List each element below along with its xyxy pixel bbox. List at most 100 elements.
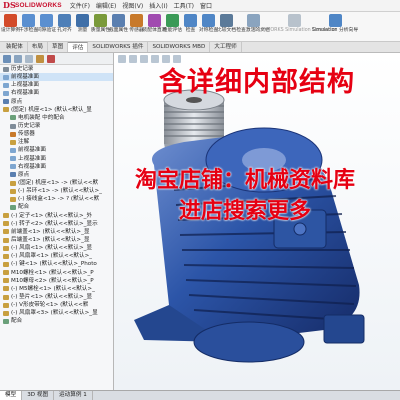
ribbon-button-measure[interactable]: 测量: [74, 12, 91, 40]
tab-1[interactable]: 布局: [28, 42, 48, 52]
tree-node-icon: [10, 156, 16, 162]
property-manager-icon[interactable]: [14, 54, 22, 63]
tree-node-icon: [3, 270, 9, 276]
tree-item[interactable]: 电机装配 中的配合: [0, 114, 113, 122]
menu-insert[interactable]: 插入(I): [149, 1, 167, 10]
tree-item[interactable]: (-) V形皮带轮<1> (默认<<默: [0, 301, 113, 309]
tab-6[interactable]: 大工程师: [210, 42, 242, 52]
tree-node-icon: [3, 221, 9, 227]
motor-3d-model[interactable]: [114, 80, 400, 390]
tree-item-label: 电机装配 中的配合: [18, 114, 65, 121]
title-bar: DS SOLIDWORKS 文件(F) 编辑(E) 视图(V) 插入(I) 工具…: [0, 0, 400, 12]
feature-manager-icon[interactable]: [3, 54, 11, 63]
ribbon-button-hole-align[interactable]: 孔对齐: [56, 12, 73, 40]
tree-item[interactable]: 前端盖<1> (默认<<默认>_显: [0, 228, 113, 236]
tree-item-label: (-) 风扇罩<1> (默认<<默认>_: [11, 253, 93, 260]
tree-item[interactable]: (固定) 机座<1> (默认<默认_显: [0, 106, 113, 114]
ribbon-label: 间隙验证: [36, 28, 57, 33]
tree-item[interactable]: 后端盖<1> (默认<<默认>_显: [0, 236, 113, 244]
menu-window[interactable]: 窗口: [200, 1, 212, 10]
promo-headline: 含详细内部结构: [159, 67, 355, 98]
tree-item[interactable]: 注解: [0, 138, 113, 146]
tree-item[interactable]: M10螺母<2> (默认<<默认>_P: [0, 277, 113, 285]
tree-item-label: (固定) 机座<1> -> (默认<<默: [18, 180, 99, 187]
tree-item-label: M10螺母<2> (默认<<默认>_P: [11, 277, 94, 284]
tab-4[interactable]: SOLIDWORKS 插件: [88, 42, 149, 52]
tree-item[interactable]: (-) 风扇罩<1> (默认<<默认>_: [0, 252, 113, 260]
tree-node-icon: [10, 204, 16, 210]
menu-view[interactable]: 视图(V): [122, 1, 143, 10]
tree-node-icon: [3, 99, 9, 105]
ribbon-button-check-active[interactable]: 检查激活的文档: [236, 12, 270, 40]
bottom-tab-2[interactable]: 运动算例 1: [54, 391, 93, 400]
tree-item[interactable]: (-) 垫片<1> (默认<<默认>_显: [0, 293, 113, 301]
dimxpert-icon[interactable]: [36, 54, 44, 63]
tab-3[interactable]: 评估: [68, 42, 89, 52]
tree-item[interactable]: (-) 风扇罩<3> (默认<<默认>_显: [0, 309, 113, 317]
tree-node-icon: [3, 66, 9, 72]
tree-item[interactable]: 配合: [0, 317, 113, 325]
performance-icon: [166, 14, 179, 27]
solidworks-logo[interactable]: DS SOLIDWORKS: [0, 0, 62, 12]
tree-item-label: (-) V形皮带轮<1> (默认<<默: [11, 302, 89, 309]
ribbon-button-symmetry[interactable]: 对称检查: [198, 12, 219, 40]
tree-item[interactable]: 前视基准面: [0, 146, 113, 154]
ribbon-button-check[interactable]: 检查: [182, 12, 199, 40]
tree-item[interactable]: 右视基准面: [0, 89, 113, 97]
ribbon-button-clearance[interactable]: 间隙验证: [36, 12, 57, 40]
tree-item-label: 注解: [18, 139, 30, 146]
ribbon-label: 孔对齐: [57, 28, 72, 33]
tree-item-label: 传感器: [18, 131, 35, 138]
tree-item-label: (-) 转子<2> (默认<<默认>_显示: [11, 220, 98, 227]
tree-item[interactable]: (-) 键<1> (默认<<默认>_Photo: [0, 260, 113, 268]
tree-item-label: 配合: [11, 318, 23, 325]
tree-item[interactable]: (-) 风扇<1> (默认<<默认>_显: [0, 244, 113, 252]
ribbon-button-sim-connector[interactable]: SOLIDWORKS Simulation Connector: [251, 12, 337, 40]
menu-edit[interactable]: 编辑(E): [96, 1, 116, 10]
tree-item[interactable]: 历史记录: [0, 122, 113, 130]
tree-item-label: (-) 风扇罩<3> (默认<<默认>_显: [11, 310, 98, 317]
display-manager-icon[interactable]: [47, 54, 55, 63]
tree-item[interactable]: 历史记录: [0, 65, 113, 73]
menu-tools[interactable]: 工具(T): [174, 1, 194, 10]
bottom-tab-0[interactable]: 模型: [0, 391, 23, 400]
ds-logo-icon: DS: [3, 0, 16, 10]
tree-item[interactable]: 原点: [0, 98, 113, 106]
ribbon-label: 质量属性: [90, 28, 111, 33]
ribbon-button-assembly-visual[interactable]: 装配体直观: [143, 12, 167, 40]
tab-2[interactable]: 草图: [48, 42, 69, 52]
ribbon-button-simulation[interactable]: Simulation 分析向导: [312, 12, 358, 40]
tree-item[interactable]: 上视基准面: [0, 81, 113, 89]
tree-item[interactable]: 前视基准面: [0, 73, 113, 82]
ribbon-button-section-props[interactable]: 截面属性: [109, 12, 128, 40]
bottom-tab-1[interactable]: 3D 视图: [22, 391, 55, 400]
ribbon-button-interference[interactable]: 干涉检查: [19, 12, 38, 40]
tree-item[interactable]: (-) M5螺栓<1> (默认<<默认>_: [0, 285, 113, 293]
ribbon-button-design-study[interactable]: 设计算例: [1, 12, 20, 40]
tree-node-icon: [10, 196, 16, 202]
ribbon-label: 性能评估: [162, 28, 183, 33]
tree-node-icon: [10, 131, 16, 137]
ribbon-button-performance[interactable]: 性能评估: [162, 12, 183, 40]
menu-file[interactable]: 文件(F): [70, 1, 90, 10]
ribbon-button-mass-props[interactable]: 质量属性: [90, 12, 111, 40]
tree-item-label: 历史记录: [11, 66, 34, 73]
tree-item-label: 右视基准面: [18, 163, 46, 170]
tab-0[interactable]: 装配体: [2, 42, 28, 52]
tree-item-label: 上视基准面: [18, 155, 46, 162]
tree-item[interactable]: M10螺栓<1> (默认<<默认>_P: [0, 269, 113, 277]
tree-item-label: 历史记录: [18, 123, 41, 130]
ribbon-label: 对称检查: [198, 28, 219, 33]
tree-item-label: (固定) 机座<1> (默认<默认_显: [11, 106, 92, 113]
ribbon-label: 测量: [77, 28, 88, 33]
ribbon-button-compare[interactable]: 比较文档: [217, 12, 236, 40]
sim-connector-icon: [287, 14, 301, 27]
tree-item[interactable]: 传感器: [0, 130, 113, 138]
assembly-visual-icon: [148, 14, 161, 27]
bottom-tab-bar: 模型 3D 视图 运动算例 1: [0, 390, 400, 400]
measure-icon: [76, 14, 89, 27]
interference-icon: [22, 14, 35, 27]
configuration-manager-icon[interactable]: [25, 54, 33, 63]
ribbon-button-sensor[interactable]: 传感器: [128, 12, 145, 40]
tab-5[interactable]: SOLIDWORKS MBD: [148, 42, 211, 52]
